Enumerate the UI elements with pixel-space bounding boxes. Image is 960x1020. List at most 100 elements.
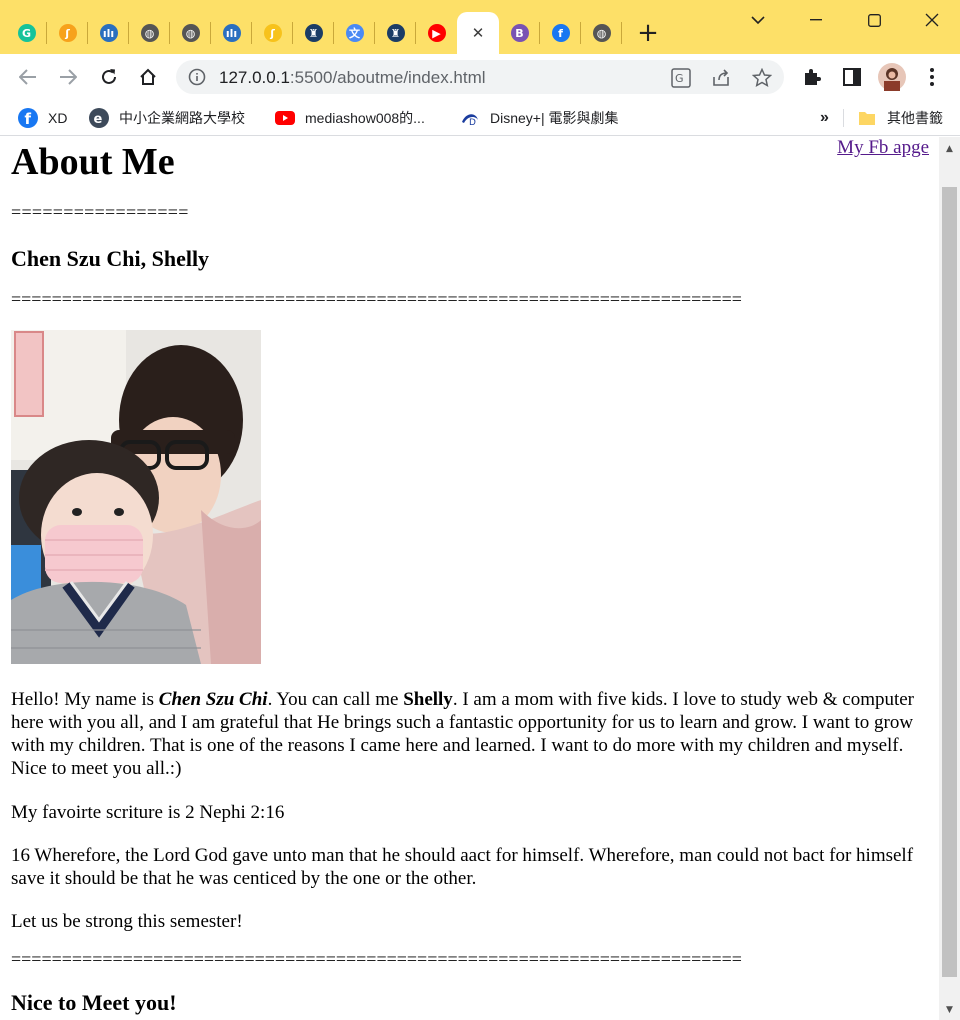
- scroll-down-arrow-icon[interactable]: ▼: [939, 1000, 960, 1020]
- tab[interactable]: ◍: [129, 12, 170, 54]
- back-button[interactable]: [13, 62, 43, 92]
- tab[interactable]: ʃ: [47, 12, 88, 54]
- bookmark-star-icon[interactable]: [751, 67, 773, 89]
- audio-bars-icon: ılı: [222, 24, 241, 42]
- bookmark-xd[interactable]: f XD: [18, 107, 67, 129]
- url-text: 127.0.0.1:5500/aboutme/index.html: [219, 68, 486, 88]
- share-icon[interactable]: [710, 67, 732, 89]
- translate-page-icon[interactable]: G: [670, 67, 692, 89]
- home-button[interactable]: [133, 62, 163, 92]
- scripture-intro: My favoirte scriture is 2 Nephi 2:16: [11, 802, 285, 823]
- page-scrollbar[interactable]: ▲ ▼: [939, 137, 960, 1020]
- tab[interactable]: ♜: [375, 12, 416, 54]
- maximize-button[interactable]: [846, 0, 902, 40]
- arrow-left-icon: [19, 69, 36, 85]
- tab[interactable]: 文: [334, 12, 375, 54]
- disney-plus-icon: D: [460, 108, 480, 128]
- avatar: [878, 63, 906, 91]
- closing-line: Let us be strong this semester!: [11, 911, 243, 932]
- globe-icon: ◍: [181, 24, 200, 42]
- globe-icon: ◍: [592, 24, 611, 42]
- footer-heading: Nice to Meet you!: [11, 990, 177, 1015]
- bookmark-label: XD: [48, 110, 68, 126]
- svg-text:e: e: [94, 112, 103, 127]
- folder-icon: [857, 108, 877, 128]
- scroll-up-arrow-icon[interactable]: ▲: [939, 139, 960, 159]
- facebook-icon: f: [18, 108, 38, 128]
- tab[interactable]: ◍: [581, 12, 622, 54]
- youtube-icon: [275, 108, 295, 128]
- profile-avatar[interactable]: [877, 62, 907, 92]
- byu-icon: ♜: [386, 24, 405, 42]
- page-viewport: My Fb apge About Me ================= Ch…: [0, 137, 960, 1020]
- facebook-icon: f: [551, 24, 570, 42]
- minimize-icon: [810, 19, 822, 21]
- home-icon: [140, 68, 156, 85]
- bookmarks-divider: [843, 109, 844, 127]
- tab[interactable]: ʃ: [252, 12, 293, 54]
- page-title: About Me: [11, 141, 175, 183]
- more-vertical-icon: [930, 68, 934, 86]
- close-icon: [925, 13, 939, 27]
- forward-button[interactable]: [53, 62, 83, 92]
- fb-page-link[interactable]: My Fb apge: [837, 137, 929, 159]
- close-icon[interactable]: ✕: [469, 24, 487, 42]
- intro-text-1: Hello! My name is: [11, 689, 159, 710]
- bootstrap-icon: B: [510, 24, 529, 42]
- svg-text:G: G: [675, 72, 684, 85]
- svg-text:D: D: [469, 118, 476, 128]
- tab[interactable]: ▶: [416, 12, 457, 54]
- other-bookmarks-folder[interactable]: 其他書籤: [857, 107, 943, 129]
- tab-active[interactable]: ✕: [457, 12, 499, 54]
- scrollbar-thumb[interactable]: [942, 187, 957, 977]
- close-window-button[interactable]: [904, 0, 960, 40]
- bookmark-disney-plus[interactable]: D Disney+| 電影與劇集: [460, 107, 619, 129]
- svg-text:f: f: [25, 110, 32, 128]
- chevron-down-icon: [751, 16, 765, 25]
- reload-button[interactable]: [94, 62, 124, 92]
- tab[interactable]: ♜: [293, 12, 334, 54]
- bookmark-label: mediashow008的...: [305, 110, 425, 126]
- url-host: 127.0.0.1: [219, 68, 290, 87]
- full-name-emphasis: Chen Szu Chi: [158, 689, 268, 710]
- youtube-icon: ▶: [427, 24, 446, 42]
- byu-icon: ♜: [304, 24, 323, 42]
- reload-icon: [102, 69, 116, 84]
- divider-long: ========================================…: [11, 289, 742, 309]
- profile-photo: [11, 330, 261, 664]
- address-bar[interactable]: 127.0.0.1:5500/aboutme/index.html G: [176, 60, 784, 94]
- scripture-text: 16 Wherefore, the Lord God gave unto man…: [11, 845, 914, 889]
- bookmark-sme-university[interactable]: e 中小企業網路大學校: [89, 107, 245, 129]
- new-tab-button[interactable]: +: [628, 12, 668, 54]
- globe-icon: ◍: [140, 24, 159, 42]
- chevron-double-right-icon: »: [820, 109, 829, 126]
- side-panel-icon: [843, 68, 861, 86]
- audio-bars-icon: ılı: [99, 24, 118, 42]
- tab[interactable]: ılı: [88, 12, 129, 54]
- tab[interactable]: G: [6, 12, 47, 54]
- extensions-button[interactable]: [797, 62, 827, 92]
- intro-paragraph: Hello! My name is Chen Szu Chi. You can …: [11, 688, 929, 780]
- browser-menu-button[interactable]: [917, 62, 947, 92]
- bookmarks-bar: f XD e 中小企業網路大學校 mediashow008的... D Disn…: [0, 100, 960, 136]
- url-path: :5500/aboutme/index.html: [289, 68, 486, 87]
- tab[interactable]: f: [540, 12, 581, 54]
- info-icon[interactable]: [188, 68, 206, 86]
- side-panel-button[interactable]: [837, 62, 867, 92]
- divider-short: =================: [11, 202, 189, 222]
- orange-logo-icon: ʃ: [58, 24, 77, 42]
- intro-text-2: . You can call me: [267, 689, 404, 710]
- tab-strip: Gʃ ılı ◍ ◍ ılı ʃ ♜ 文 ♜ ▶ ✕ Bf ◍ +: [0, 0, 960, 54]
- tab[interactable]: ılı: [211, 12, 252, 54]
- tab[interactable]: B: [499, 12, 540, 54]
- bookmark-mediashow[interactable]: mediashow008的...: [275, 107, 425, 129]
- puzzle-icon: [805, 69, 821, 85]
- bookmark-label: 中小企業網路大學校: [119, 110, 245, 126]
- tab[interactable]: ◍: [170, 12, 211, 54]
- bookmarks-overflow-button[interactable]: »: [820, 107, 829, 129]
- tab-search-button[interactable]: [730, 0, 786, 40]
- e-logo-icon: e: [89, 108, 109, 128]
- browser-toolbar: 127.0.0.1:5500/aboutme/index.html G: [0, 54, 960, 100]
- minimize-button[interactable]: [788, 0, 844, 40]
- nickname-strong: Shelly: [403, 689, 453, 710]
